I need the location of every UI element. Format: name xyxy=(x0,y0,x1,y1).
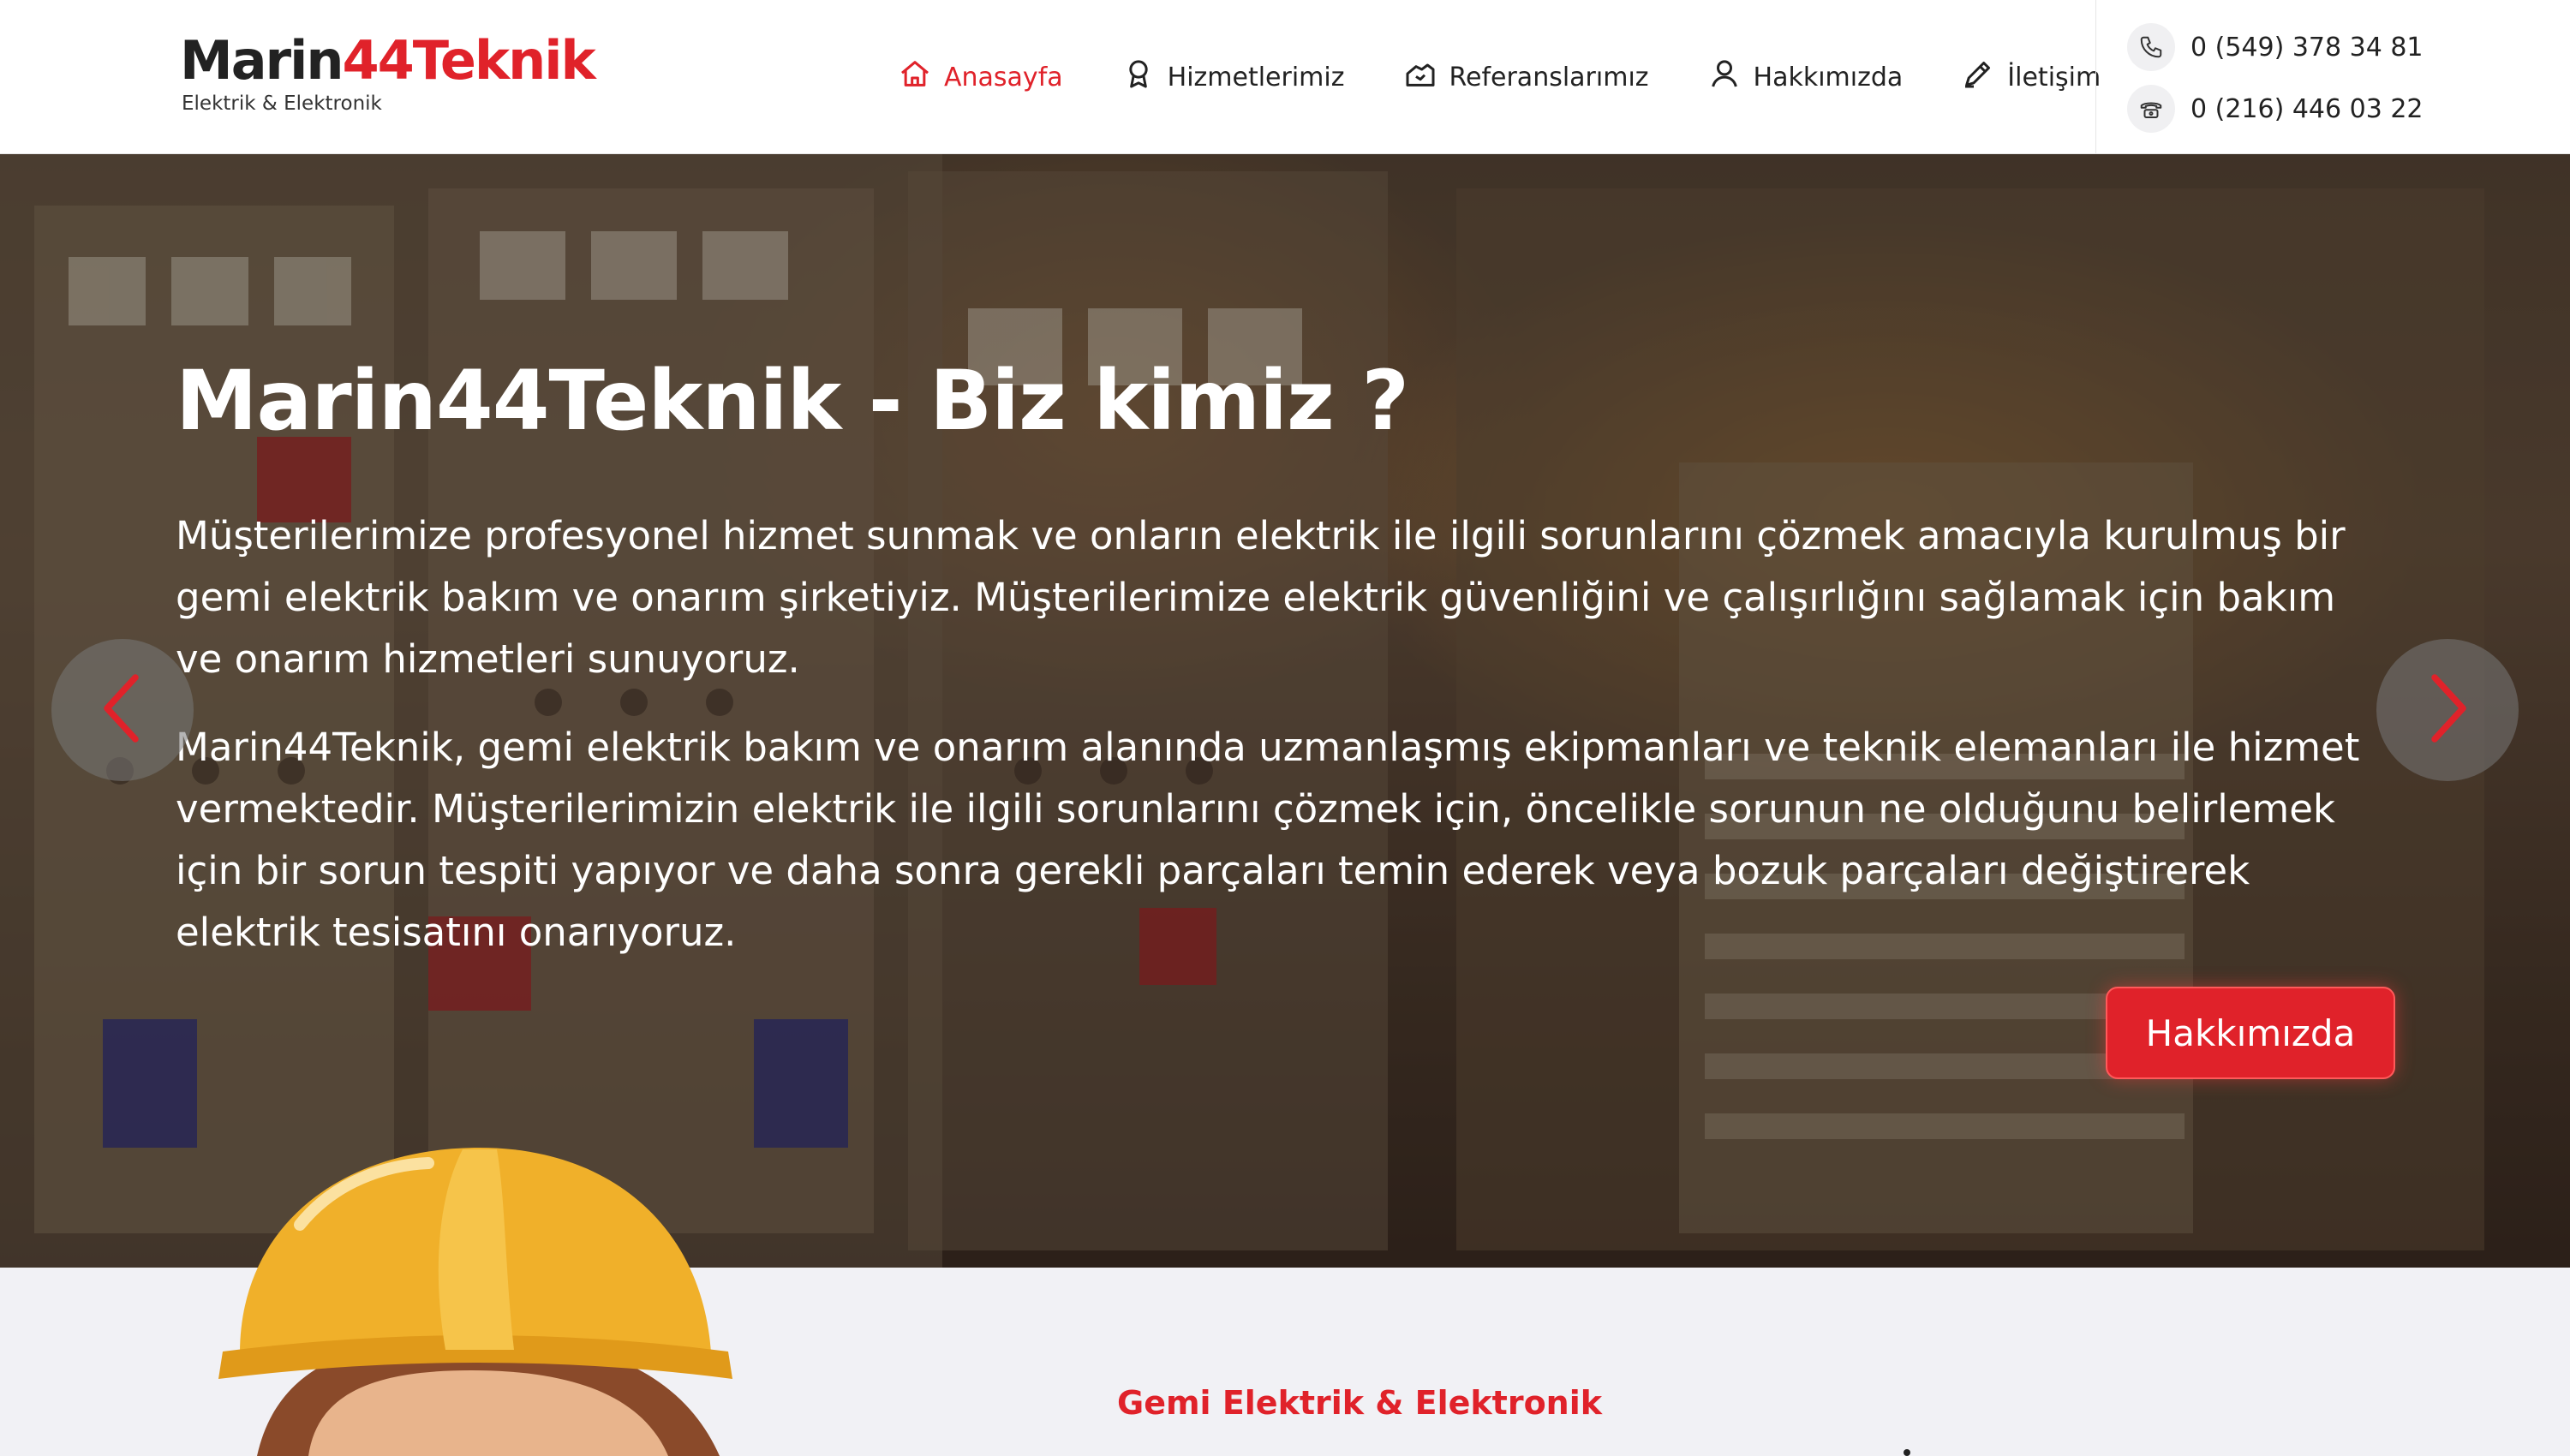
contact-block: 0 (549) 378 34 81 0 (216) 446 03 22 xyxy=(2095,0,2570,154)
worker-mascot-illustration xyxy=(218,1148,732,1456)
nav-item-hizmetlerimiz[interactable]: Hizmetlerimiz xyxy=(1121,57,1345,98)
landline-number: 0 (216) 446 03 22 xyxy=(2190,93,2424,124)
main-nav: Anasayfa Hizmetlerimiz Referanslarımız H… xyxy=(898,0,2159,154)
site-logo[interactable]: Marin44Teknik Elektrik & Elektronik xyxy=(180,29,596,116)
slider-prev-button[interactable] xyxy=(51,639,194,781)
hero-overlay xyxy=(0,154,2570,1268)
logo-tagline: Elektrik & Elektronik xyxy=(182,92,382,115)
logo-name-dark: Marin xyxy=(180,29,344,92)
site-header: Marin44Teknik Elektrik & Elektronik Anas… xyxy=(0,0,2570,154)
decorative-dot xyxy=(1904,1449,1910,1456)
home-icon xyxy=(898,57,932,98)
section-tagline: Gemi Elektrik & Elektronik xyxy=(1117,1384,1603,1422)
hero-paragraph-1: Müşterilerimize profesyonel hizmet sunma… xyxy=(176,513,2346,682)
hero-title: Marin44Teknik - Biz kimiz ? xyxy=(176,353,1409,449)
hakkimizda-button[interactable]: Hakkımızda xyxy=(2106,987,2395,1079)
nav-label: Hakkımızda xyxy=(1753,62,1904,92)
nav-label: Anasayfa xyxy=(944,62,1063,92)
chevron-right-icon xyxy=(2418,670,2477,750)
phone-icon xyxy=(2127,23,2175,71)
award-icon xyxy=(1121,57,1156,98)
logo-wordmark: Marin44Teknik xyxy=(180,29,596,92)
slider-next-button[interactable] xyxy=(2376,639,2519,781)
nav-item-referanslarimiz[interactable]: Referanslarımız xyxy=(1403,57,1649,98)
chevron-left-icon xyxy=(93,670,152,750)
landline-phone[interactable]: 0 (216) 446 03 22 xyxy=(2127,85,2424,133)
hero-paragraph-2: Marin44Teknik, gemi elektrik bakım ve on… xyxy=(176,725,2360,955)
mobile-phone[interactable]: 0 (549) 378 34 81 xyxy=(2127,23,2424,71)
logo-name-accent: 44Teknik xyxy=(342,29,596,92)
telephone-icon xyxy=(2127,85,2175,133)
hero-slider: Marin44Teknik - Biz kimiz ? Müşterilerim… xyxy=(0,154,2570,1268)
handshake-icon xyxy=(1403,57,1437,98)
nav-label: Hizmetlerimiz xyxy=(1167,62,1345,92)
nav-item-hakkimizda[interactable]: Hakkımızda xyxy=(1707,57,1904,98)
nav-label: İletişim xyxy=(2007,62,2101,92)
nav-label: Referanslarımız xyxy=(1449,62,1649,92)
nav-item-anasayfa[interactable]: Anasayfa xyxy=(898,57,1063,98)
nav-item-iletisim[interactable]: İletişim xyxy=(1961,57,2101,98)
mobile-number: 0 (549) 378 34 81 xyxy=(2190,32,2424,63)
pen-icon xyxy=(1961,57,1995,98)
user-icon xyxy=(1707,57,1742,98)
